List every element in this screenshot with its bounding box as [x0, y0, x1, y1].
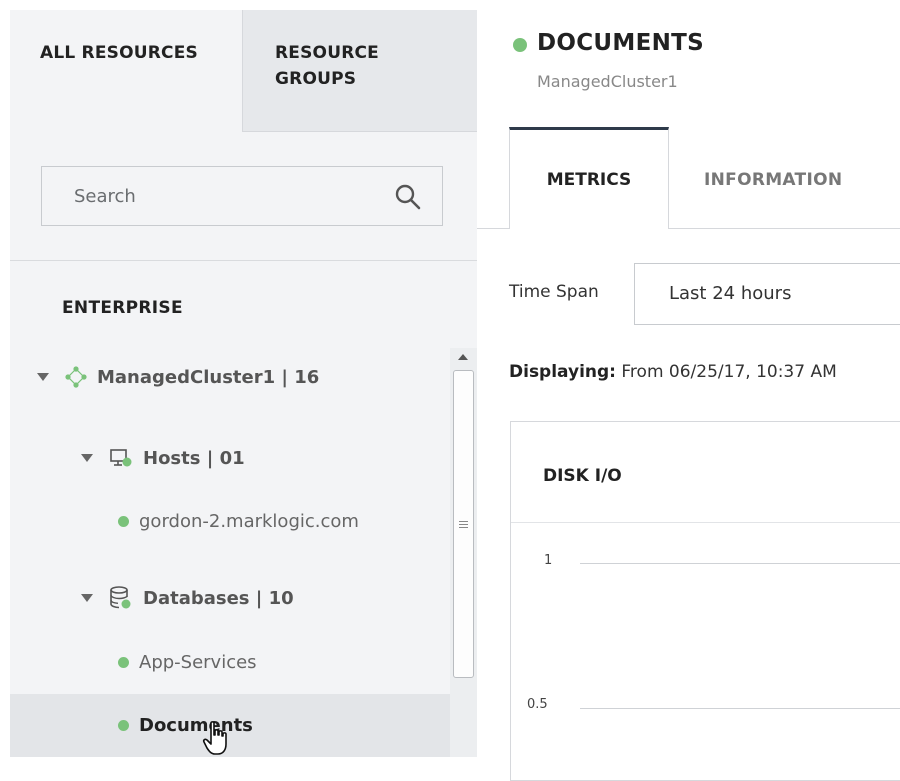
status-dot — [118, 515, 129, 527]
app-services-label: App-Services — [139, 651, 257, 673]
databases-label: Databases | 10 — [143, 587, 294, 609]
chevron-down-icon[interactable] — [37, 373, 49, 381]
tree-node-hosts[interactable]: Hosts | 01 — [81, 438, 245, 478]
scroll-up-arrow-icon[interactable] — [458, 354, 468, 360]
hosts-label: Hosts | 01 — [143, 447, 245, 469]
main-panel: DOCUMENTS ManagedCluster1 METRICS INFORM… — [477, 0, 900, 781]
sidebar-divider — [10, 260, 477, 261]
time-span-value: Last 24 hours — [669, 283, 792, 304]
search-box — [41, 166, 443, 226]
displaying-label: Displaying: — [509, 362, 616, 382]
chevron-down-icon[interactable] — [81, 454, 93, 462]
host-item-label: gordon-2.marklogic.com — [139, 510, 359, 532]
search-input[interactable] — [42, 167, 382, 225]
displaying-range: Displaying: From 06/25/17, 10:37 AM — [509, 362, 837, 382]
grip-icon — [459, 521, 468, 530]
section-title-enterprise: ENTERPRISE — [62, 298, 183, 318]
y-tick-label-1: 1 — [544, 553, 553, 568]
tree-item-app-services[interactable]: App-Services — [118, 642, 257, 682]
status-dot — [513, 38, 527, 52]
tab-resource-groups-label: RESOURCE GROUPS — [275, 43, 379, 89]
time-span-select[interactable]: Last 24 hours — [634, 263, 900, 325]
chart-card-disk-io: DISK I/O 1 0.5 — [510, 421, 900, 781]
displaying-text: From 06/25/17, 10:37 AM — [621, 362, 837, 382]
page-title: DOCUMENTS — [537, 30, 705, 56]
cluster-label: ManagedCluster1 | 16 — [97, 366, 320, 388]
tab-information[interactable]: INFORMATION — [704, 170, 842, 190]
page-subtitle: ManagedCluster1 — [537, 72, 678, 91]
y-gridline-1 — [580, 563, 900, 564]
y-gridline-0-5 — [580, 708, 900, 709]
tree-node-databases[interactable]: Databases | 10 — [81, 578, 294, 618]
status-dot — [118, 719, 129, 731]
scrollbar-thumb[interactable] — [453, 370, 474, 678]
tab-metrics[interactable]: METRICS — [509, 127, 669, 229]
cluster-icon — [65, 366, 87, 388]
search-icon[interactable] — [394, 183, 422, 211]
host-icon — [109, 447, 133, 469]
hand-cursor-icon — [202, 721, 227, 755]
chart-title: DISK I/O — [543, 466, 622, 486]
resource-sidebar: ALL RESOURCES RESOURCE GROUPS ENTERPRISE… — [10, 10, 477, 757]
tab-all-resources[interactable]: ALL RESOURCES — [10, 10, 242, 132]
status-dot — [118, 656, 129, 668]
tab-metrics-label: METRICS — [546, 170, 632, 190]
y-tick-label-0-5: 0.5 — [527, 697, 548, 712]
tree-item-documents[interactable]: Documents — [118, 705, 253, 745]
tab-resource-groups[interactable]: RESOURCE GROUPS — [242, 10, 477, 132]
chevron-down-icon[interactable] — [81, 594, 93, 602]
documents-label: Documents — [139, 714, 253, 736]
time-span-label: Time Span — [509, 282, 599, 302]
database-icon — [109, 585, 133, 611]
tab-all-resources-label: ALL RESOURCES — [40, 43, 198, 63]
chart-header-divider — [511, 522, 900, 523]
tree-item-host[interactable]: gordon-2.marklogic.com — [118, 501, 359, 541]
tree-node-cluster[interactable]: ManagedCluster1 | 16 — [37, 357, 319, 397]
